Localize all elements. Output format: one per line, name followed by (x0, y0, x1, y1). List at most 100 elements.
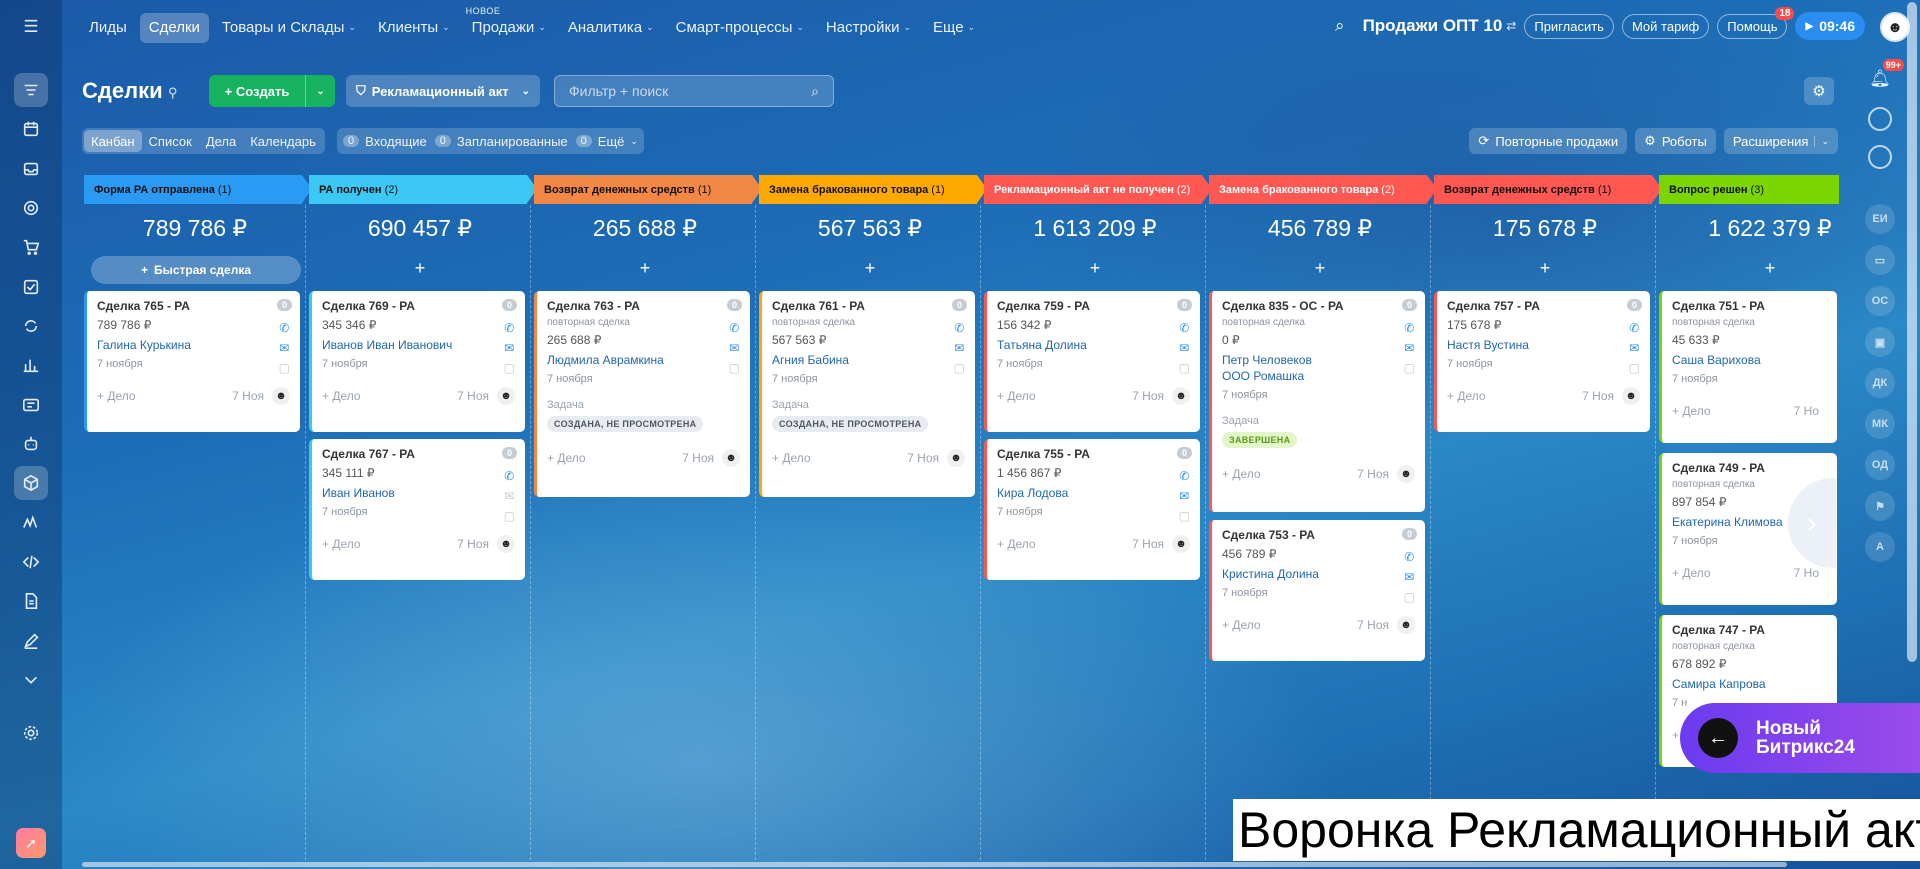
responsible-avatar[interactable]: ☻ (947, 449, 965, 468)
deal-contact-link[interactable]: Агния Бабина (772, 352, 965, 368)
phone-icon[interactable]: ✆ (504, 469, 515, 483)
phone-icon[interactable]: ✆ (504, 321, 515, 335)
right-panel-avatar-od[interactable]: ОД (1865, 450, 1895, 480)
deal-contact-link[interactable]: Кристина Долина (1222, 566, 1415, 582)
add-deal-plus-icon[interactable]: + (534, 258, 756, 279)
deal-contact-link[interactable]: Иванов Иван Иванович (322, 337, 515, 353)
tab-kanban[interactable]: Канбан (84, 130, 142, 152)
add-deal-plus-icon[interactable]: + (984, 258, 1206, 279)
nav-analytics[interactable]: Аналитика ⌄ (559, 13, 663, 43)
right-panel-group-icon[interactable]: ▣ (1865, 327, 1895, 357)
chat-bubble-icon[interactable]: ▢ (1179, 361, 1190, 375)
analytics-icon[interactable] (14, 348, 48, 382)
stage-header[interactable]: Возврат денежных средств (1) (1434, 175, 1662, 204)
mail-icon[interactable]: ✉ (279, 341, 290, 355)
chat-bubble-icon[interactable]: ▢ (504, 361, 515, 375)
responsible-avatar[interactable]: ☻ (1172, 535, 1190, 554)
portal-name[interactable]: Продажи ОПТ 10 (1363, 16, 1503, 36)
tariff-button[interactable]: Мой тариф (1621, 13, 1710, 39)
arrow-left-icon[interactable]: ← (1698, 718, 1738, 758)
nav-deals[interactable]: Сделки (139, 12, 209, 43)
calendar-icon[interactable] (14, 112, 48, 146)
add-deal-plus-icon[interactable]: + (759, 258, 981, 279)
stage-header[interactable]: Форма РА отправлена (1) (84, 175, 312, 204)
crm-icon[interactable] (14, 73, 48, 107)
deal-contact-link[interactable]: Иван Иванов (322, 485, 515, 501)
mail-icon[interactable]: ✉ (504, 341, 515, 355)
responsible-avatar[interactable]: ☻ (1622, 387, 1640, 406)
tab-list[interactable]: Список (142, 130, 199, 152)
deal-contact-link[interactable]: Кира Лодова (997, 485, 1190, 501)
mail-icon[interactable]: ✉ (504, 489, 515, 503)
responsible-avatar[interactable]: ☻ (722, 449, 740, 468)
chevron-down-icon[interactable] (14, 663, 48, 697)
horizontal-scrollbar[interactable] (82, 862, 1787, 867)
search-icon[interactable]: ⌕ (811, 83, 819, 100)
mail-icon[interactable]: ✉ (729, 341, 740, 355)
add-activity-link[interactable]: + Дело (322, 389, 361, 403)
deal-card[interactable]: Сделка 765 - РА 789 786 ₽ Галина Курькина 7… (84, 291, 300, 432)
responsible-avatar[interactable]: ☻ (497, 535, 515, 554)
deal-contact-link[interactable]: Татьяна Долина (997, 337, 1190, 353)
deal-card[interactable]: Сделка 763 - РА повторная сделка 265 688 ₽… (534, 291, 750, 497)
add-activity-link[interactable]: + Дело (997, 537, 1036, 551)
new-bitrix24-promo[interactable]: ← Новый Битрикс24 (1680, 703, 1920, 773)
add-deal-plus-icon[interactable]: + (1434, 258, 1656, 279)
deal-contact-link[interactable]: Галина Курькина (97, 337, 290, 353)
nav-clients[interactable]: Клиенты ⌄ (369, 13, 459, 43)
rocket-icon[interactable]: ➚ (16, 828, 46, 858)
deal-card[interactable]: Сделка 751 - РА повторная сделка 45 633 ₽ С… (1659, 291, 1837, 443)
add-deal-plus-icon[interactable]: + (309, 258, 531, 279)
deal-title[interactable]: Сделка 757 - РА (1447, 299, 1640, 313)
tab-calendar[interactable]: Календарь (243, 130, 323, 152)
chat-bubble-icon[interactable]: ▢ (1179, 509, 1190, 523)
responsible-avatar[interactable]: ☻ (1397, 465, 1415, 484)
deal-contact-link[interactable]: Саша Варихова (1672, 352, 1827, 368)
deal-card[interactable]: Сделка 835 - ОС - РА повторная сделка 0 ₽ П… (1209, 291, 1425, 512)
mail-icon[interactable]: ✉ (1629, 341, 1640, 355)
counter-more[interactable]: 0 Ещё ⌄ (575, 134, 638, 149)
chevron-down-icon[interactable]: ⌄ (305, 75, 335, 107)
deal-card[interactable]: Сделка 769 - РА 345 346 ₽ Иванов Иван Иван… (309, 291, 525, 432)
create-button-label[interactable]: + Создать (209, 84, 305, 99)
deal-title[interactable]: Сделка 753 - РА (1222, 528, 1415, 542)
deal-title[interactable]: Сделка 767 - РА (322, 447, 515, 461)
openlines-icon[interactable] (1868, 107, 1892, 131)
add-deal-plus-icon[interactable]: + (1659, 258, 1881, 279)
nav-more[interactable]: Еще ⌄ (924, 13, 984, 43)
counter-planned[interactable]: 0 Запланированные (434, 134, 568, 149)
stage-header[interactable]: Рекламационный акт не получен (2) (984, 175, 1212, 204)
document-icon[interactable] (14, 584, 48, 618)
deal-card[interactable]: Сделка 755 - РА 1 456 867 ₽ Кира Лодова 7 н… (984, 439, 1200, 580)
edit-icon[interactable] (14, 624, 48, 658)
deal-title[interactable]: Сделка 765 - РА (97, 299, 290, 313)
funnel-selector[interactable]: ⛉ Рекламационный акт ⌄ (346, 75, 540, 107)
vertical-scrollbar[interactable] (1907, 2, 1917, 662)
add-activity-link[interactable]: + Дело (1222, 618, 1261, 632)
quick-deal-button[interactable]: + Быстрая сделка (91, 256, 301, 284)
help-button[interactable]: Помощь 18 (1717, 6, 1795, 39)
deal-contact-link[interactable]: Петр Человеков (1222, 352, 1415, 368)
nav-sales[interactable]: НОВОЕ Продажи ⌄ (463, 6, 555, 43)
responsible-avatar[interactable]: ☻ (1397, 616, 1415, 635)
deal-card[interactable]: Сделка 759 - РА 156 342 ₽ Татьяна Долина 7 … (984, 291, 1200, 432)
box-icon[interactable] (14, 466, 48, 500)
stage-header[interactable]: Замена бракованного товара (1) (759, 175, 987, 204)
phone-icon[interactable]: ✆ (954, 321, 965, 335)
deal-card[interactable]: Сделка 761 - РА повторная сделка 567 563 ₽… (759, 291, 975, 497)
right-panel-avatar-a[interactable]: А (1865, 532, 1895, 562)
pin-icon[interactable]: ⚲ (168, 85, 178, 101)
phone-icon[interactable]: ✆ (1404, 550, 1415, 564)
target-icon[interactable] (14, 191, 48, 225)
add-activity-link[interactable]: + Дело (547, 451, 586, 465)
chat-bubble-icon[interactable]: ▢ (1629, 361, 1640, 375)
right-panel-bookmark-icon[interactable]: ⚑ (1865, 491, 1895, 521)
deal-title[interactable]: Сделка 751 - РА (1672, 299, 1827, 313)
tab-activities[interactable]: Дела (199, 130, 243, 152)
deal-card[interactable]: Сделка 757 - РА 175 678 ₽ Настя Вустина 7 н… (1434, 291, 1650, 432)
deal-title[interactable]: Сделка 759 - РА (997, 299, 1190, 313)
phone-icon[interactable]: ✆ (729, 321, 740, 335)
phone-icon[interactable]: ✆ (1404, 321, 1415, 335)
cart-icon[interactable] (14, 230, 48, 264)
deal-contact-link[interactable]: Самира Капрова (1672, 676, 1827, 692)
